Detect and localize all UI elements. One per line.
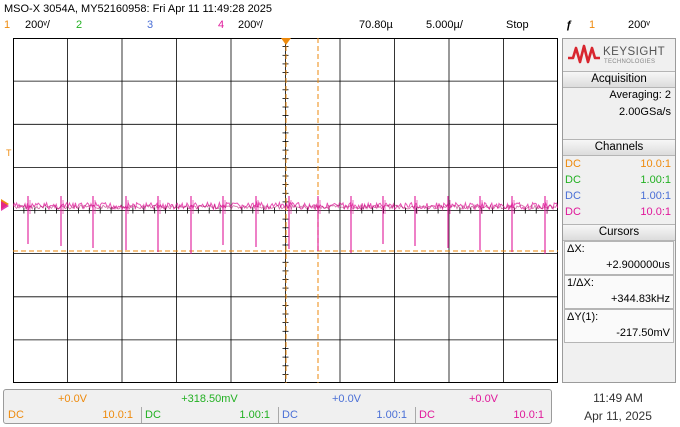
ch1-status[interactable]: +0.0V DC 10.0:1 bbox=[4, 390, 141, 423]
cursor-inv-label: 1/ΔX: bbox=[567, 277, 594, 289]
channel-probe: 10.0:1 bbox=[640, 206, 671, 218]
channel-row-4[interactable]: DC 10.0:1 bbox=[565, 204, 673, 220]
clock-date: Apr 11, 2025 bbox=[584, 409, 652, 423]
cursor-dy-value: -217.50mV bbox=[616, 327, 670, 339]
ch4-scale[interactable]: 200ᵛ/ bbox=[238, 19, 263, 31]
window-title: MSO-X 3054A, MY52160958: Fri Apr 11 11:4… bbox=[4, 3, 273, 15]
ch1-coupling: DC bbox=[8, 409, 24, 421]
time-scale[interactable]: 5.000µ/ bbox=[426, 19, 463, 31]
ch1-scale[interactable]: 200ᵛ/ bbox=[25, 19, 50, 31]
acquisition-rate: 2.00GSa/s bbox=[619, 106, 671, 118]
ch4-label[interactable]: 4 bbox=[218, 19, 224, 31]
cursor-inv-box[interactable]: 1/ΔX: +344.83kHz bbox=[564, 275, 674, 309]
brand-name: KEYSIGHT bbox=[603, 46, 666, 58]
channel-coupling: DC bbox=[565, 190, 581, 202]
trigger-slope-icon[interactable]: ƒ bbox=[566, 19, 572, 31]
acquisition-mode: Averaging: 2 bbox=[609, 89, 671, 101]
channel-row-3[interactable]: DC 1.00:1 bbox=[565, 188, 673, 204]
channel-row-1[interactable]: DC 10.0:1 bbox=[565, 156, 673, 172]
clock: 11:49 AM Apr 11, 2025 bbox=[556, 389, 680, 423]
ch3-offset: +0.0V bbox=[331, 393, 362, 405]
ch2-label[interactable]: 2 bbox=[76, 19, 82, 31]
waveform-display[interactable] bbox=[13, 38, 558, 383]
channel-probe: 1.00:1 bbox=[640, 190, 671, 202]
channel-row-2[interactable]: DC 1.00:1 bbox=[565, 172, 673, 188]
time-delay[interactable]: 70.80µ bbox=[359, 19, 393, 31]
ch1-probe: 10.0:1 bbox=[102, 409, 133, 421]
cursor-dx-label: ΔX: bbox=[567, 243, 585, 255]
cursor-dx-value: +2.900000us bbox=[606, 259, 670, 271]
trigger-level[interactable]: 200ᵛ bbox=[628, 19, 650, 31]
channel-probe: 10.0:1 bbox=[640, 158, 671, 170]
cursor-inv-value: +344.83kHz bbox=[610, 293, 670, 305]
ch4-offset: +0.0V bbox=[468, 393, 499, 405]
keysight-wave-icon bbox=[568, 44, 600, 64]
cursor-dx-box[interactable]: ΔX: +2.900000us bbox=[564, 241, 674, 275]
acquisition-title[interactable]: Acquisition bbox=[563, 71, 675, 88]
ch3-probe: 1.00:1 bbox=[376, 409, 407, 421]
cursors-title[interactable]: Cursors bbox=[563, 224, 675, 241]
ch1-label[interactable]: 1 bbox=[4, 19, 10, 31]
channel-coupling: DC bbox=[565, 206, 581, 218]
cursor-dy-label: ΔY(1): bbox=[567, 311, 599, 323]
clock-time: 11:49 AM bbox=[593, 391, 643, 405]
channel-coupling: DC bbox=[565, 158, 581, 170]
keysight-logo: KEYSIGHT TECHNOLOGIES bbox=[567, 43, 673, 69]
trigger-source[interactable]: 1 bbox=[589, 19, 595, 31]
trigger-level-marker: T bbox=[6, 148, 12, 158]
ch2-probe: 1.00:1 bbox=[239, 409, 270, 421]
ch2-offset: +318.50mV bbox=[181, 393, 238, 405]
side-panel: KEYSIGHT TECHNOLOGIES Acquisition Averag… bbox=[562, 38, 676, 383]
ch3-label[interactable]: 3 bbox=[147, 19, 153, 31]
channel-status-bar: +0.0V DC 10.0:1 +318.50mV DC 1.00:1 +0.0… bbox=[3, 389, 552, 424]
ch2-status[interactable]: +318.50mV DC 1.00:1 bbox=[141, 390, 278, 423]
ch4-ground-marker bbox=[1, 201, 9, 211]
channel-coupling: DC bbox=[565, 174, 581, 186]
ch4-status[interactable]: +0.0V DC 10.0:1 bbox=[415, 390, 552, 423]
ch2-coupling: DC bbox=[145, 409, 161, 421]
ch3-coupling: DC bbox=[282, 409, 298, 421]
run-state[interactable]: Stop bbox=[506, 19, 529, 31]
cursor-dy-box[interactable]: ΔY(1): -217.50mV bbox=[564, 309, 674, 343]
channels-title[interactable]: Channels bbox=[563, 139, 675, 156]
brand-sub: TECHNOLOGIES bbox=[604, 59, 656, 65]
channel-probe: 1.00:1 bbox=[640, 174, 671, 186]
ch1-offset: +0.0V bbox=[57, 393, 88, 405]
ch4-coupling: DC bbox=[419, 409, 435, 421]
ch4-probe: 10.0:1 bbox=[513, 409, 544, 421]
ch3-status[interactable]: +0.0V DC 1.00:1 bbox=[278, 390, 415, 423]
